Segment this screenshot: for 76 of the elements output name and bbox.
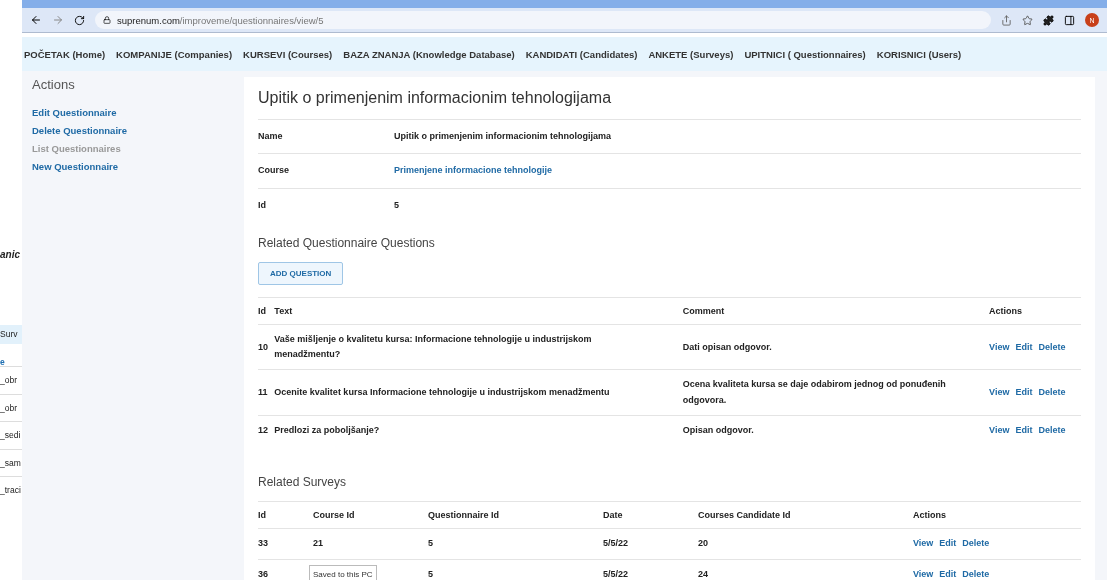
- table-cell: 11: [258, 370, 275, 416]
- action-link[interactable]: View: [913, 568, 934, 579]
- extensions-icon[interactable]: [1043, 14, 1054, 26]
- action-link[interactable]: Delete: [1038, 425, 1066, 436]
- course-link[interactable]: Primenjene informacione tehnologije: [394, 153, 1081, 189]
- nav-link[interactable]: POČETAK (Home): [24, 48, 106, 60]
- table-cell: 5: [428, 528, 603, 560]
- share-icon[interactable]: [1001, 14, 1012, 26]
- column-header: Questionnaire Id: [428, 501, 603, 529]
- section-title: Related Questionnaire Questions: [258, 235, 436, 250]
- table-cell: 10: [258, 324, 275, 370]
- column-header: Course Id: [313, 501, 428, 529]
- address-field[interactable]: suprenum.com/improveme/questionnaires/view/5: [95, 11, 991, 29]
- nav-link[interactable]: UPITNICI ( Questionnaires): [744, 48, 866, 60]
- window-fragment-text: Surv: [0, 325, 22, 344]
- nav-link[interactable]: KURSEVI (Courses): [243, 48, 333, 60]
- nav-link[interactable]: BAZA ZNANJA (Knowledge Database): [343, 48, 515, 60]
- back-icon[interactable]: [30, 14, 42, 26]
- column-header: Courses Candidate Id: [698, 501, 913, 529]
- sidebar-link[interactable]: Edit Questionnaire: [32, 107, 232, 118]
- action-link[interactable]: View: [913, 538, 934, 549]
- action-link[interactable]: Delete: [962, 538, 990, 549]
- action-link[interactable]: Edit: [939, 538, 957, 549]
- action-link[interactable]: Edit: [1015, 387, 1033, 398]
- page-title: Upitik o primenjenim informacionim tehnologijama: [258, 89, 613, 107]
- column-header: Actions: [989, 297, 1081, 325]
- star-icon[interactable]: [1022, 14, 1033, 26]
- table-cell: Ocena kvaliteta kursa se daje odabirom jednog od ponuđenih odgovora.: [682, 370, 990, 416]
- action-link[interactable]: Delete: [1038, 341, 1066, 352]
- lock-icon: [103, 16, 111, 24]
- action-link[interactable]: View: [989, 341, 1010, 352]
- nav-link[interactable]: KOMPANIJE (Companies): [116, 48, 233, 60]
- field-label: Course: [258, 153, 394, 189]
- column-header: Actions: [913, 501, 1081, 529]
- column-header: Text: [274, 297, 683, 325]
- action-link[interactable]: Edit: [1015, 425, 1033, 436]
- add-question-button[interactable]: ADD QUESTION: [258, 261, 344, 285]
- table-cell: Vaše mišljenje o kvalitetu kursa: Informacione tehnologije u industrijskom menadžmentu?: [274, 324, 683, 370]
- action-link[interactable]: Edit: [1015, 341, 1033, 352]
- table-cell: 20: [698, 528, 913, 560]
- column-header: Date: [603, 501, 698, 529]
- column-header: Id: [258, 501, 313, 529]
- field-value: 5: [394, 188, 1081, 222]
- sidebar-link[interactable]: Delete Questionnaire: [32, 125, 232, 136]
- nav-link[interactable]: KANDIDATI (Candidates): [525, 48, 638, 60]
- column-header: Id: [258, 297, 275, 325]
- window-fragment-text: anic: [0, 250, 21, 260]
- field-label: Name: [258, 119, 394, 154]
- action-link[interactable]: View: [989, 425, 1010, 436]
- action-link[interactable]: Edit: [939, 568, 957, 579]
- table-cell: 21: [313, 528, 428, 560]
- reload-icon[interactable]: [74, 14, 85, 26]
- table-cell: 5/5/22: [603, 528, 698, 560]
- table-cell: 33: [258, 528, 313, 560]
- table-cell: 5/5/22: [603, 559, 698, 580]
- table-cell: Dati opisan odgovor.: [682, 324, 990, 370]
- table-cell: Opisan odgovor.: [682, 415, 990, 446]
- action-link[interactable]: View: [989, 387, 1010, 398]
- column-header: Comment: [682, 297, 990, 325]
- side-panel-icon[interactable]: [1064, 14, 1075, 26]
- action-link[interactable]: Delete: [1038, 387, 1066, 398]
- table-cell: Ocenite kvalitet kursa Informacione tehnologije u industrijskom menadžmentu: [274, 370, 683, 416]
- window-fragment-text: e: [0, 357, 6, 366]
- table-cell: Predlozi za poboljšanje?: [274, 415, 683, 446]
- field-value: Upitik o primenjenim informacionim tehnologijama: [394, 119, 1081, 154]
- table-cell: 24: [698, 559, 913, 580]
- section-title: Related Surveys: [258, 475, 348, 490]
- field-label: Id: [258, 188, 394, 222]
- action-link[interactable]: Delete: [962, 568, 990, 579]
- sidebar-title: Actions: [32, 77, 76, 92]
- nav-link[interactable]: KORISNICI (Users): [876, 48, 962, 60]
- table-cell: 12: [258, 415, 275, 446]
- nav-link[interactable]: ANKETE (Surveys): [648, 48, 734, 60]
- table-cell: 5: [428, 559, 603, 580]
- sidebar-link[interactable]: New Questionnaire: [32, 161, 232, 172]
- tooltip: Saved to this PC: [309, 564, 377, 580]
